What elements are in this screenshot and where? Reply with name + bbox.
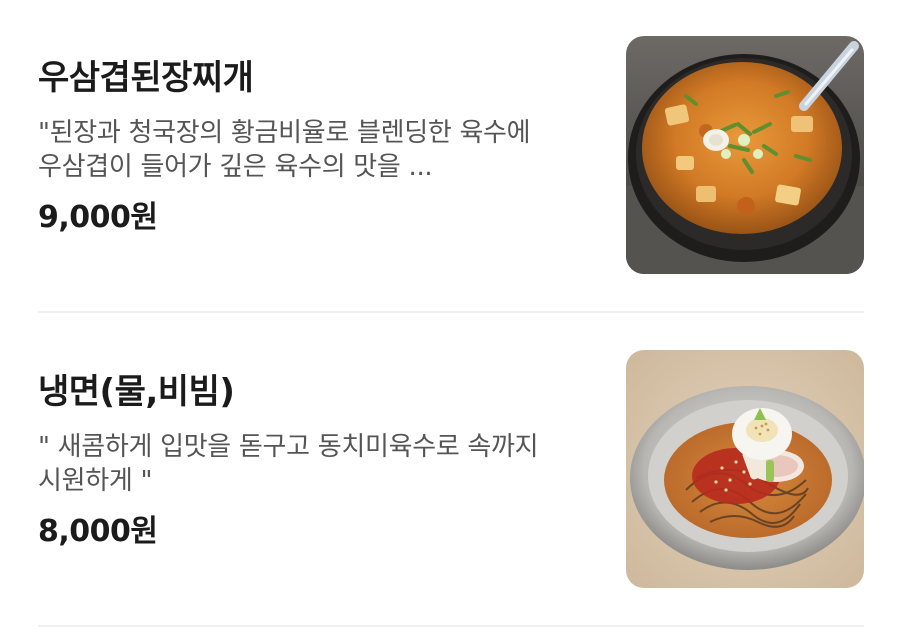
naengmyeon-photo[interactable] bbox=[626, 350, 864, 588]
menu-divider bbox=[38, 311, 864, 313]
menu-item-price: 9,000원 bbox=[38, 200, 158, 235]
menu-item-name: 냉면(물,비빔) bbox=[38, 372, 235, 412]
menu-item-price: 8,000원 bbox=[38, 514, 158, 549]
naengmyeon-illustration bbox=[626, 350, 864, 588]
menu-item-description: "된장과 청국장의 황금비율로 블렌딩한 육수에 우삼겹이 들어가 깊은 육수의… bbox=[38, 118, 531, 182]
doenjang-jjigae-illustration bbox=[626, 36, 864, 274]
menu-item-name: 우삼겹된장찌개 bbox=[38, 58, 254, 98]
menu-item-text: 우삼겹된장찌개 "된장과 청국장의 황금비율로 블렌딩한 육수에 우삼겹이 들어… bbox=[38, 36, 598, 238]
menu-item-doenjang-jjigae[interactable]: 우삼겹된장찌개 "된장과 청국장의 황금비율로 블렌딩한 육수에 우삼겹이 들어… bbox=[38, 36, 864, 276]
doenjang-jjigae-photo[interactable] bbox=[626, 36, 864, 274]
menu-divider bbox=[38, 625, 864, 627]
menu-list: 우삼겹된장찌개 "된장과 청국장의 황금비율로 블렌딩한 육수에 우삼겹이 들어… bbox=[0, 0, 900, 632]
menu-item-description: " 새콤하게 입맛을 돋구고 동치미육수로 속까지 시원하게 " bbox=[38, 432, 539, 496]
menu-item-naengmyeon[interactable]: 냉면(물,비빔) " 새콤하게 입맛을 돋구고 동치미육수로 속까지 시원하게 … bbox=[38, 350, 864, 590]
menu-item-text: 냉면(물,비빔) " 새콤하게 입맛을 돋구고 동치미육수로 속까지 시원하게 … bbox=[38, 350, 598, 552]
